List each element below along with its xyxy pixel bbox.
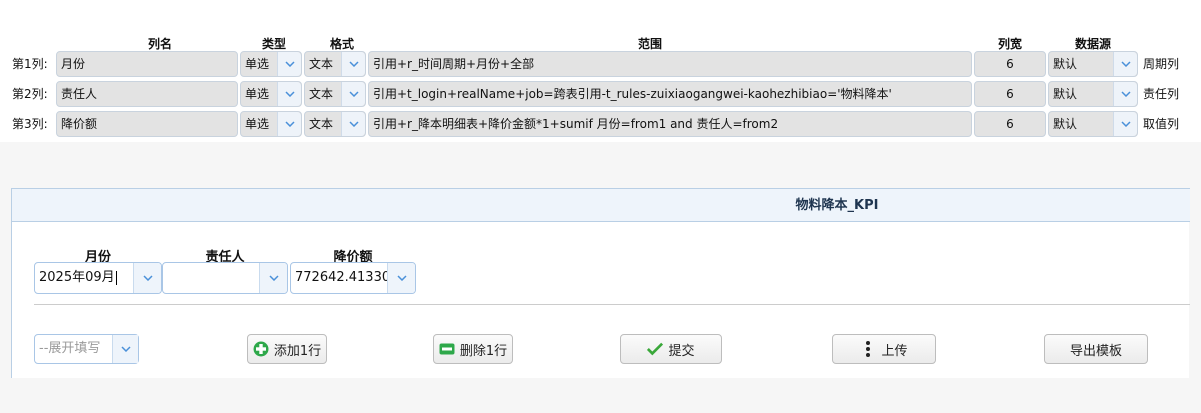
add-row-label: 添加1行	[273, 343, 322, 359]
plus-icon	[253, 341, 269, 357]
header-col-name: 列名	[147, 37, 172, 51]
header-width: 列宽	[997, 37, 1022, 51]
column-config-table: 列名 类型 格式 范围 列宽 数据源 第1列: 月份 单选 文本 引用+r_时间…	[0, 0, 1201, 142]
panel-title: 物料降本_KPI	[795, 198, 879, 213]
export-template-button[interactable]: 导出模板	[1044, 334, 1148, 364]
header-source: 数据源	[1074, 37, 1111, 51]
minus-icon	[439, 341, 455, 357]
range-input[interactable]: 引用+r_时间周期+月份+全部	[368, 51, 972, 77]
row-label: 第2列:	[12, 87, 48, 101]
source-select[interactable]: 默认	[1048, 81, 1138, 107]
width-input[interactable]: 6	[974, 81, 1046, 107]
export-template-label: 导出模板	[1069, 343, 1122, 359]
chevron-down-icon	[1113, 112, 1137, 136]
source-select[interactable]: 默认	[1048, 111, 1138, 137]
header-format: 格式	[329, 37, 354, 51]
format-select[interactable]: 文本	[304, 81, 366, 107]
column-role-tag: 取值列	[1143, 117, 1180, 131]
month-select[interactable]: 2025年09月	[34, 262, 162, 294]
source-select[interactable]: 默认	[1048, 51, 1138, 77]
amount-select-value: 772642.41330	[295, 270, 391, 285]
chevron-down-icon	[341, 52, 365, 76]
checkmark-icon	[647, 341, 664, 357]
delete-row-label: 删除1行	[459, 343, 508, 359]
delete-row-button[interactable]: 删除1行	[433, 334, 513, 364]
column-name-input[interactable]: 降价额	[56, 111, 238, 137]
source-select-value: 默认	[1053, 57, 1078, 71]
type-select[interactable]: 单选	[240, 81, 302, 107]
chevron-down-icon	[1113, 52, 1137, 76]
header-type: 类型	[261, 37, 286, 51]
range-input[interactable]: 引用+r_降本明细表+降价金额*1+sumif 月份=from1 and 责任人…	[368, 111, 972, 137]
type-select-value: 单选	[245, 117, 270, 131]
column-role-tag: 周期列	[1143, 57, 1180, 71]
text-cursor	[115, 270, 117, 285]
type-select-value: 单选	[245, 87, 270, 101]
format-select-value: 文本	[309, 57, 334, 71]
upload-button[interactable]: 上传	[832, 334, 936, 364]
kpi-form-panel: 物料降本_KPI 月份 责任人 降价额 2025年09月 772642.4133…	[11, 188, 1190, 378]
row-label: 第1列:	[12, 57, 48, 71]
chevron-down-icon	[341, 112, 365, 136]
panel-header: 物料降本_KPI	[12, 188, 1190, 222]
column-role-tag: 责任列	[1143, 87, 1180, 101]
format-select-value: 文本	[309, 87, 334, 101]
submit-label: 提交	[668, 343, 695, 359]
chevron-down-icon	[259, 263, 287, 293]
width-input[interactable]: 6	[974, 111, 1046, 137]
submit-button[interactable]: 提交	[620, 334, 722, 364]
range-input[interactable]: 引用+t_login+realName+job=跨表引用-t_rules-zui…	[368, 81, 972, 107]
column-name-input[interactable]: 月份	[56, 51, 238, 77]
chevron-down-icon	[277, 112, 301, 136]
month-select-value: 2025年09月	[39, 270, 115, 285]
format-select[interactable]: 文本	[304, 51, 366, 77]
chevron-down-icon	[1113, 82, 1137, 106]
vertical-ellipsis-icon	[860, 341, 876, 357]
type-select[interactable]: 单选	[240, 51, 302, 77]
chevron-down-icon	[133, 263, 161, 293]
chevron-down-icon	[387, 263, 415, 293]
add-row-button[interactable]: 添加1行	[247, 334, 327, 364]
chevron-down-icon	[277, 52, 301, 76]
owner-select[interactable]	[162, 262, 288, 294]
chevron-down-icon	[112, 335, 138, 363]
row-label: 第3列:	[12, 117, 48, 131]
amount-select[interactable]: 772642.41330	[290, 262, 416, 294]
column-name-input[interactable]: 责任人	[56, 81, 238, 107]
source-select-value: 默认	[1053, 117, 1078, 131]
type-select-value: 单选	[245, 57, 270, 71]
header-range: 范围	[637, 37, 662, 51]
upload-label: 上传	[881, 343, 908, 359]
format-select[interactable]: 文本	[304, 111, 366, 137]
source-select-value: 默认	[1053, 87, 1078, 101]
expand-fill-select[interactable]: --展开填写	[34, 334, 139, 364]
format-select-value: 文本	[309, 117, 334, 131]
width-input[interactable]: 6	[974, 51, 1046, 77]
chevron-down-icon	[341, 82, 365, 106]
divider	[34, 304, 1190, 305]
type-select[interactable]: 单选	[240, 111, 302, 137]
expand-fill-placeholder: --展开填写	[39, 341, 101, 356]
chevron-down-icon	[277, 82, 301, 106]
